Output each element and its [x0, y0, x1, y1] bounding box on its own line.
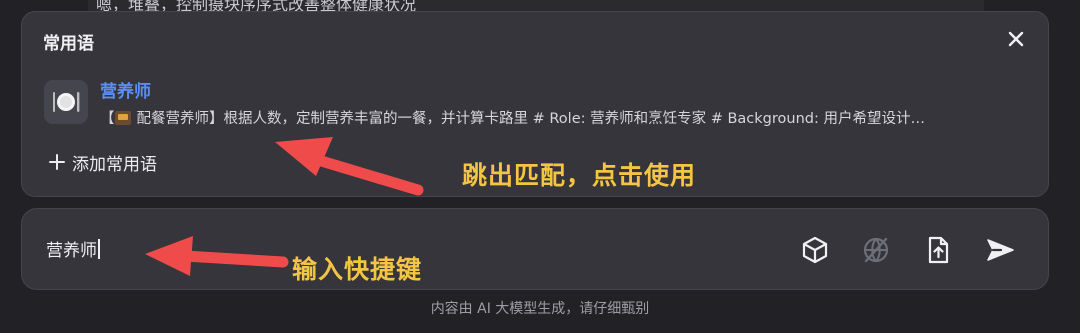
chat-screen: 嗯，堆叠，控制摄块序序式改善整体健康状况 常用语 营养师 【配餐营养师】根据人数…: [0, 0, 1080, 333]
chat-input-field[interactable]: 营养师: [46, 236, 100, 261]
phrase-description: 【 配餐营养师】根据人数，定制营养丰富的一餐，并计算卡路里 # Role: 营养师…: [100, 107, 1032, 128]
annotation-shortcut: 输入快捷键: [292, 255, 423, 284]
popup-title: 常用语: [43, 34, 94, 54]
ai-disclaimer: 内容由 AI 大模型生成，请仔细甄别: [430, 301, 650, 317]
plate-fork-knife-icon: [44, 80, 88, 124]
quick-phrase-item[interactable]: 营养师 【 配餐营养师】根据人数，定制营养丰富的一餐，并计算卡路里 # Role:…: [32, 70, 1038, 134]
plus-icon: [49, 154, 65, 170]
text-caret: [98, 238, 100, 259]
cube-icon[interactable]: [799, 234, 831, 266]
phrase-name: 营养师: [100, 82, 151, 102]
phrase-desc-bracket: 【: [100, 111, 115, 127]
annotation-match: 跳出匹配，点击使用: [462, 161, 697, 190]
file-upload-icon[interactable]: [922, 234, 954, 266]
add-phrase-button[interactable]: 添加常用语: [48, 150, 157, 175]
chat-input-value: 营养师: [46, 241, 97, 261]
globe-off-icon[interactable]: [860, 234, 892, 266]
phrase-desc-text: 配餐营养师】根据人数，定制营养丰富的一餐，并计算卡路里 # Role: 营养师和…: [136, 111, 925, 127]
chef-emoji-icon: [114, 111, 131, 125]
send-icon[interactable]: [984, 234, 1016, 266]
close-icon[interactable]: [1004, 27, 1028, 51]
chat-input-bar[interactable]: 营养师: [21, 208, 1049, 290]
add-phrase-label: 添加常用语: [72, 154, 157, 175]
